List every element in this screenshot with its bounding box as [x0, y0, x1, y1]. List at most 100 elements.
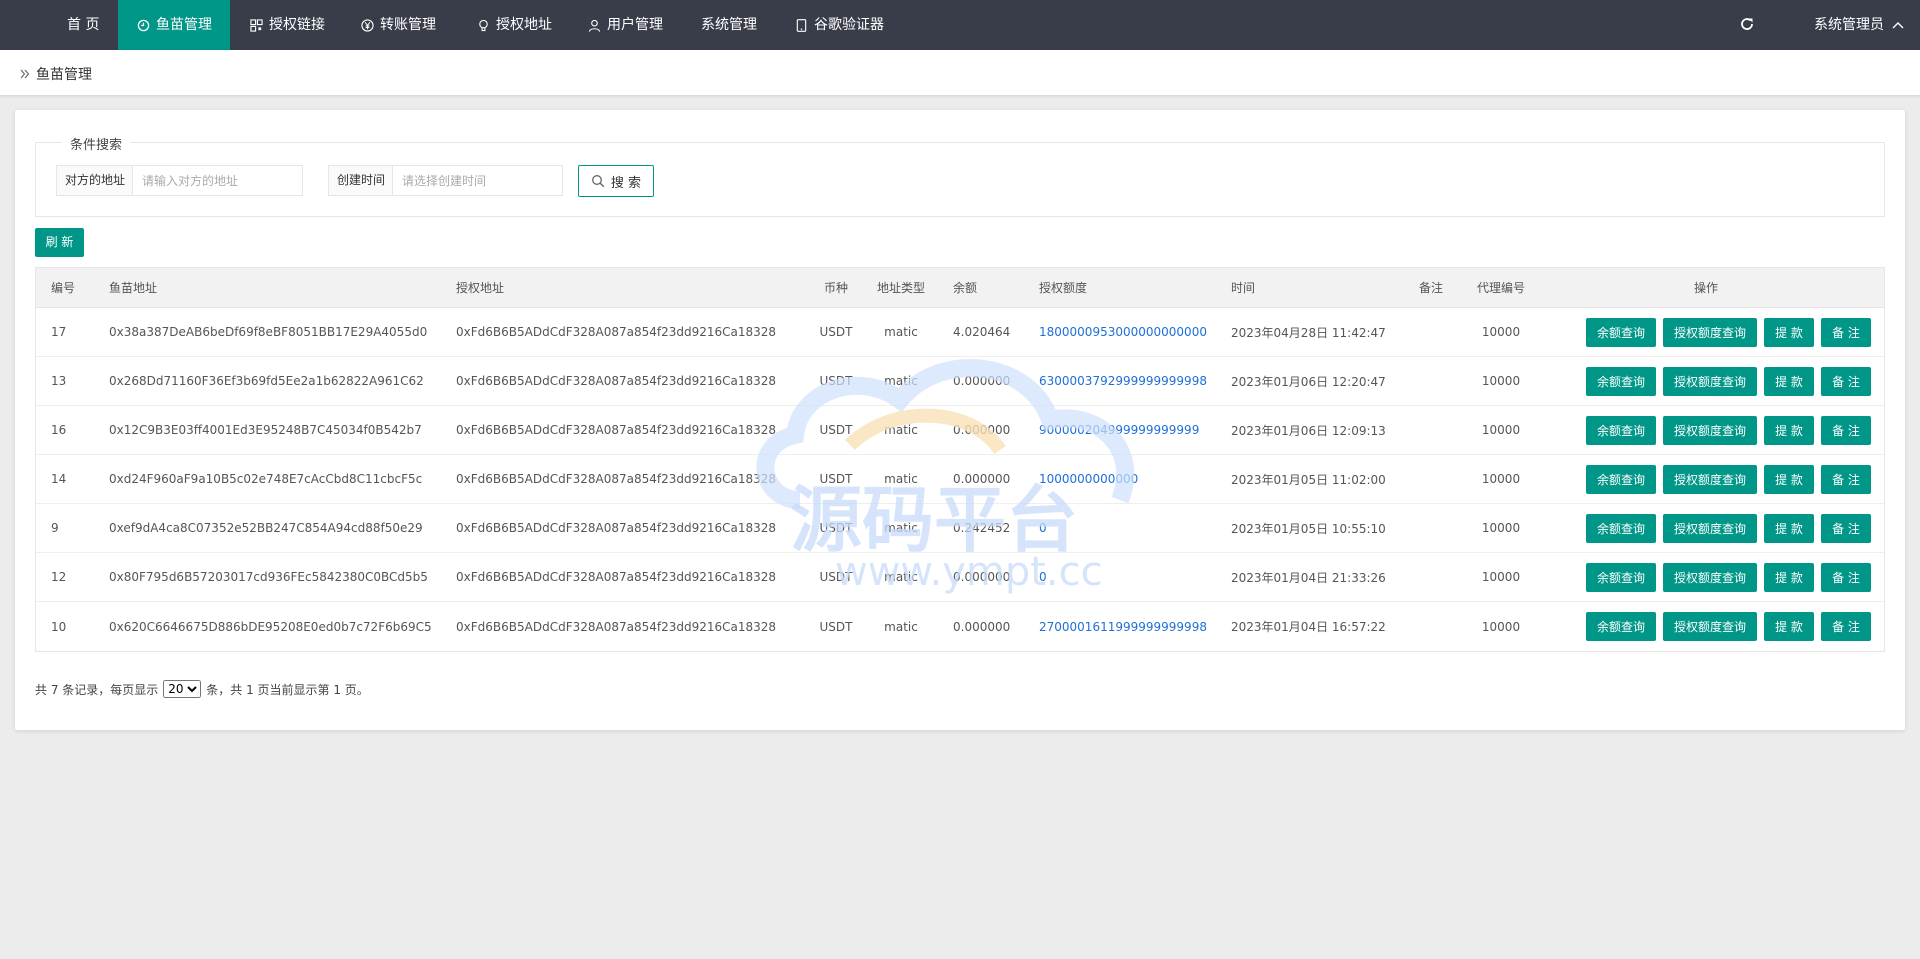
search-legend: 条件搜索 [62, 134, 131, 153]
search-button[interactable]: 搜 索 [578, 165, 654, 197]
cell-quota[interactable]: 1000000000000 [1039, 455, 1138, 503]
cell-auth-address: 0xFd6B6B5ADdCdF328A087a854f23dd9216Ca183… [456, 325, 777, 339]
quota-query-button[interactable]: 授权额度查询 [1663, 367, 1757, 396]
quota-query-button[interactable]: 授权额度查询 [1663, 318, 1757, 347]
cell-id: 10 [51, 619, 67, 634]
cell-quota[interactable]: 2700001611999999999998 [1039, 602, 1207, 651]
cell-fish-address: 0x620C6646675D886bDE95208E0ed0b7c72F6b69… [109, 619, 432, 634]
search-button-label: 搜 索 [610, 175, 642, 191]
note-button[interactable]: 备 注 [1821, 563, 1871, 592]
cell-time: 2023年01月06日 12:09:13 [1231, 423, 1386, 438]
cell-agent: 10000 [1481, 521, 1521, 535]
withdraw-button[interactable]: 提 款 [1764, 563, 1814, 592]
table-row: 16 0x12C9B3E03ff4001Ed3E95248B7C45034f0B5… [36, 406, 1884, 455]
cell-auth-address: 0xFd6B6B5ADdCdF328A087a854f23dd9216Ca183… [456, 619, 777, 634]
header-address-type: 地址类型 [876, 281, 925, 295]
pager-suffix: 条，共 1 页当前显示第 1 页。 [206, 682, 369, 697]
header-note: 备注 [1418, 281, 1443, 295]
withdraw-button[interactable]: 提 款 [1764, 416, 1814, 445]
nav-home[interactable]: 首 页 [67, 0, 99, 50]
nav-auth-link-label: 授权链接 [269, 17, 325, 33]
cell-quota[interactable]: 900000204999999999999 [1039, 406, 1199, 454]
cell-quota[interactable]: 0 [1039, 553, 1047, 601]
cell-id: 14 [51, 472, 67, 486]
user-menu[interactable]: 系统管理员 [1814, 0, 1904, 50]
quota-query-button[interactable]: 授权额度查询 [1663, 465, 1757, 494]
quota-query-button[interactable]: 授权额度查询 [1663, 416, 1757, 445]
cell-balance: 4.020464 [953, 325, 1011, 339]
nav-fish-management[interactable]: 鱼苗管理 [118, 0, 230, 50]
cell-fish-address: 0x80F795d6B57203017cd936FEc5842380C0BCd5… [109, 570, 428, 584]
cell-auth-address: 0xFd6B6B5ADdCdF328A087a854f23dd9216Ca183… [456, 423, 777, 437]
address-input[interactable] [133, 165, 303, 196]
balance-query-button[interactable]: 余额查询 [1586, 563, 1656, 592]
bulb-icon [479, 19, 488, 31]
breadcrumb-current[interactable]: 鱼苗管理 [36, 64, 92, 84]
quota-query-button[interactable]: 授权额度查询 [1663, 612, 1757, 641]
balance-query-button[interactable]: 余额查询 [1586, 612, 1656, 641]
cell-quota[interactable]: 1800000953000000000000 [1039, 308, 1207, 356]
nav-home-label: 首 页 [67, 17, 100, 33]
header-agent: 代理编号 [1476, 281, 1525, 295]
pagination: 共 7 条记录，每页显示 20 条，共 1 页当前显示第 1 页。 [35, 680, 369, 698]
nav-transfer[interactable]: 转账管理 [361, 0, 436, 50]
header-balance: 余额 [953, 281, 978, 295]
withdraw-button[interactable]: 提 款 [1764, 514, 1814, 543]
note-button[interactable]: 备 注 [1821, 465, 1871, 494]
balance-query-button[interactable]: 余额查询 [1586, 367, 1656, 396]
balance-query-button[interactable]: 余额查询 [1586, 416, 1656, 445]
header-time: 时间 [1231, 281, 1256, 295]
page-size-select[interactable]: 20 [163, 680, 202, 698]
address-label: 对方的地址 [56, 165, 133, 196]
nav-auth-address[interactable]: 授权地址 [477, 0, 552, 50]
refresh-icon[interactable] [1737, 14, 1757, 34]
quota-query-button[interactable]: 授权额度查询 [1663, 514, 1757, 543]
cell-address-type: matic [884, 423, 918, 437]
cell-quota[interactable]: 6300003792999999999998 [1039, 357, 1207, 405]
fish-table: 编号 鱼苗地址 授权地址 币种 地址类型 余额 授权额度 时间 备注 代理编号 … [35, 267, 1885, 652]
header-coin: 币种 [823, 281, 848, 295]
cell-balance: 0.000000 [953, 570, 1011, 584]
cell-address-type: matic [884, 619, 918, 634]
cell-agent: 10000 [1481, 619, 1521, 634]
cell-note [1401, 357, 1461, 405]
user-icon [588, 19, 601, 32]
qrcode-icon [250, 18, 263, 32]
withdraw-button[interactable]: 提 款 [1764, 318, 1814, 347]
nav-system-management[interactable]: 系统管理 [701, 0, 757, 50]
note-button[interactable]: 备 注 [1821, 612, 1871, 641]
nav-auth-link[interactable]: 授权链接 [250, 0, 325, 50]
withdraw-button[interactable]: 提 款 [1764, 367, 1814, 396]
withdraw-button[interactable]: 提 款 [1764, 612, 1814, 641]
top-nav: 首 页 鱼苗管理 授权链接 转账管理 授权地址 用户管理 系统管理 谷歌验证器 … [0, 0, 1920, 50]
quota-query-button[interactable]: 授权额度查询 [1663, 563, 1757, 592]
cell-fish-address: 0x12C9B3E03ff4001Ed3E95248B7C45034f0B542… [109, 423, 422, 437]
cell-auth-address: 0xFd6B6B5ADdCdF328A087a854f23dd9216Ca183… [456, 472, 777, 486]
cell-auth-address: 0xFd6B6B5ADdCdF328A087a854f23dd9216Ca183… [456, 374, 777, 388]
cell-note [1401, 308, 1461, 356]
note-button[interactable]: 备 注 [1821, 514, 1871, 543]
nav-google-auth[interactable]: 谷歌验证器 [795, 0, 884, 50]
nav-user-management[interactable]: 用户管理 [588, 0, 663, 50]
breadcrumb-bar: 鱼苗管理 [0, 50, 1920, 95]
balance-query-button[interactable]: 余额查询 [1586, 514, 1656, 543]
note-button[interactable]: 备 注 [1821, 416, 1871, 445]
withdraw-button[interactable]: 提 款 [1764, 465, 1814, 494]
search-icon [591, 175, 605, 188]
balance-query-button[interactable]: 余额查询 [1586, 318, 1656, 347]
refresh-button[interactable]: 刷 新 [35, 228, 84, 257]
cell-time: 2023年01月04日 16:57:22 [1231, 620, 1386, 634]
table-row: 14 0xd24F960aF9a10B5c02e748E7cAcCbd8C11cb… [36, 455, 1884, 504]
cell-coin: USDT [819, 619, 853, 634]
table-body: 17 0x38a387DeAB6beDf69f8eBF8051BB17E29A40… [36, 308, 1884, 651]
cell-fish-address: 0xef9dA4ca8C07352e52BB247C854A94cd88f50e… [109, 521, 423, 535]
nav-google-auth-label: 谷歌验证器 [814, 17, 884, 33]
time-input[interactable] [393, 165, 563, 196]
cell-quota[interactable]: 0 [1039, 504, 1047, 552]
balance-query-button[interactable]: 余额查询 [1586, 465, 1656, 494]
time-label: 创建时间 [328, 165, 393, 196]
note-button[interactable]: 备 注 [1821, 367, 1871, 396]
cell-coin: USDT [819, 374, 853, 388]
note-button[interactable]: 备 注 [1821, 318, 1871, 347]
table-row: 12 0x80F795d6B57203017cd936FEc5842380C0BC… [36, 553, 1884, 602]
